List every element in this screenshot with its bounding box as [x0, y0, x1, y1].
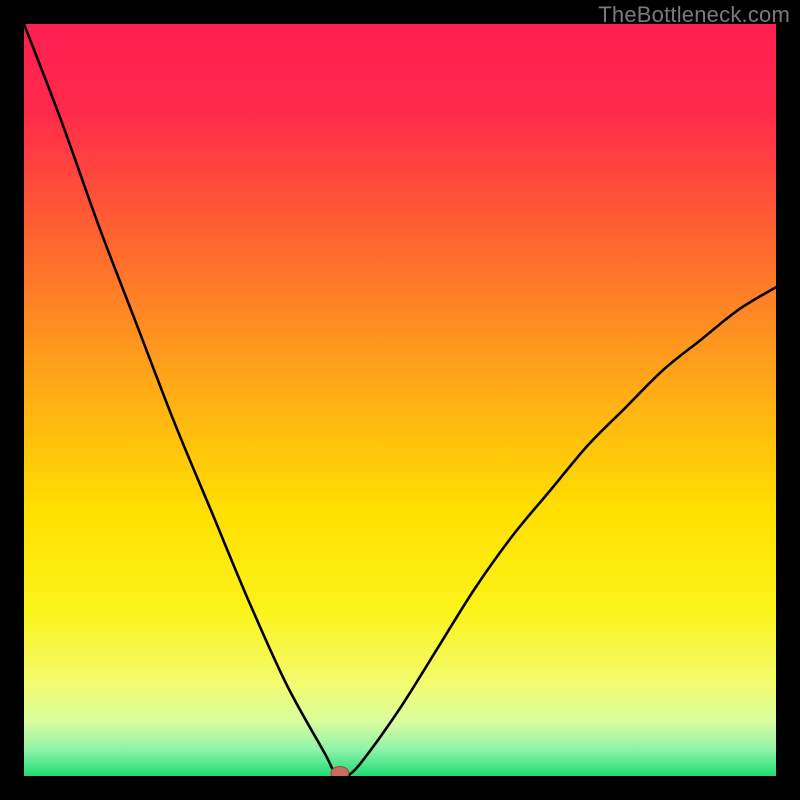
bottleneck-chart [24, 24, 776, 776]
watermark-text: TheBottleneck.com [598, 2, 790, 28]
chart-frame: TheBottleneck.com [0, 0, 800, 800]
gradient-background [24, 24, 776, 776]
optimal-marker [331, 767, 349, 777]
plot-area [24, 24, 776, 776]
